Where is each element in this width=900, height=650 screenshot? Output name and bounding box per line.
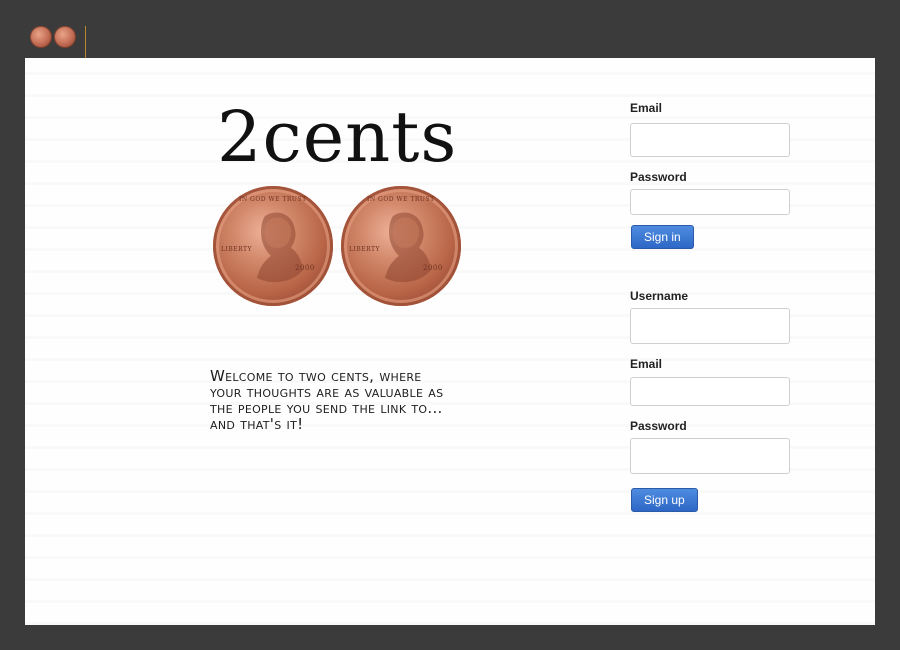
penny-logo-icon[interactable] — [54, 26, 76, 48]
signin-email-label: Email — [630, 101, 663, 115]
signup-password-field[interactable] — [630, 438, 790, 474]
penny-logo-icon[interactable] — [30, 26, 52, 48]
penny-coin-image: IN GOD WE TRUST LIBERTY 2000 — [213, 186, 333, 306]
signin-email-field[interactable] — [630, 123, 790, 157]
topbar-divider — [85, 26, 86, 58]
coin-liberty: LIBERTY — [349, 246, 381, 253]
signup-username-label: Username — [630, 289, 689, 303]
coin-motto: IN GOD WE TRUST — [367, 196, 435, 203]
coin-year: 2000 — [295, 264, 315, 272]
signup-email-label: Email — [630, 357, 663, 371]
sign-in-button[interactable]: Sign in — [631, 225, 694, 249]
top-bar — [0, 0, 900, 58]
main-panel: 2cents IN GOD WE TRUST LIBERTY 2000 IN G… — [25, 58, 875, 625]
welcome-message: Welcome to two cents, where your thought… — [210, 367, 444, 433]
signin-password-label: Password — [630, 170, 687, 184]
signup-email-field[interactable] — [630, 377, 790, 406]
coin-motto: IN GOD WE TRUST — [239, 196, 307, 203]
sign-up-button[interactable]: Sign up — [631, 488, 698, 512]
coin-liberty: LIBERTY — [221, 246, 253, 253]
penny-coin-image: IN GOD WE TRUST LIBERTY 2000 — [341, 186, 461, 306]
signin-password-field[interactable] — [630, 189, 790, 215]
brand-title: 2cents — [217, 96, 458, 178]
coin-year: 2000 — [423, 264, 443, 272]
signup-password-label: Password — [630, 419, 687, 433]
signup-username-field[interactable] — [630, 308, 790, 344]
